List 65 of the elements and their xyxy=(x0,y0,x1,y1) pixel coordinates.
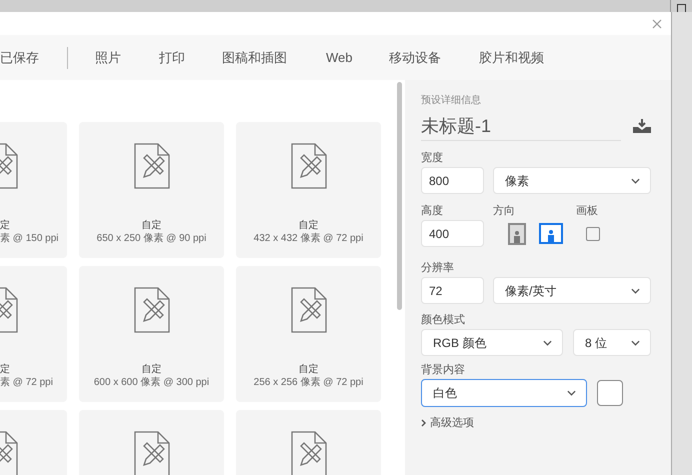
preset-card[interactable]: 自定 256 x 256 像素 @ 72 ppi xyxy=(236,266,381,402)
color-swatch[interactable] xyxy=(597,380,623,406)
preset-card[interactable]: 自定 600 x 600 像素 @ 300 ppi xyxy=(79,266,224,402)
preset-size: 600 x 600 像素 @ 300 ppi xyxy=(94,376,210,389)
scrollbar-thumb[interactable] xyxy=(397,82,402,310)
advanced-options-toggle[interactable]: 高级选项 xyxy=(421,415,474,432)
tab[interactable]: 照片 xyxy=(95,35,121,80)
chevron-down-icon xyxy=(631,340,640,346)
dropdown[interactable]: 像素 xyxy=(493,167,651,194)
preset-card[interactable]: 定 素 @ 150 ppi xyxy=(0,122,67,258)
section-heading: 预设详细信息 xyxy=(421,94,482,108)
chevron-down-icon xyxy=(631,178,640,184)
preset-size: 256 x 256 像素 @ 72 ppi xyxy=(254,376,364,389)
preset-name: 自定 xyxy=(298,363,318,376)
dropdown[interactable]: 白色 xyxy=(421,379,587,407)
field-label: 高度 xyxy=(421,204,444,218)
tab[interactable]: Web xyxy=(326,35,352,80)
document-icon xyxy=(0,143,18,189)
number-field[interactable]: 800 xyxy=(421,167,484,194)
preset-name: 自定 xyxy=(298,219,318,232)
document-icon xyxy=(0,431,18,475)
chevron-down-icon xyxy=(567,390,576,396)
preset-name: 定 xyxy=(0,363,10,376)
preset-card[interactable]: 自定 432 x 432 像素 @ 72 ppi xyxy=(236,122,381,258)
tab[interactable]: 胶片和视频 xyxy=(479,35,544,80)
preset-name: 自定 xyxy=(142,219,162,232)
document-icon xyxy=(134,143,170,189)
preset-name: 定 xyxy=(0,219,10,232)
portrait-orientation-icon[interactable] xyxy=(508,222,526,244)
tab[interactable]: 移动设备 xyxy=(389,35,441,80)
document-icon xyxy=(290,431,326,475)
preset-size: 素 @ 150 ppi xyxy=(0,232,59,245)
field-label: 方向 xyxy=(493,204,516,218)
close-icon[interactable] xyxy=(651,18,663,30)
number-field[interactable]: 72 xyxy=(421,277,484,304)
document-icon xyxy=(134,431,170,475)
chevron-down-icon xyxy=(543,340,552,346)
preset-card[interactable]: 自定 650 x 250 像素 @ 90 ppi xyxy=(79,122,224,258)
preset-card[interactable]: 定 素 @ 72 ppi xyxy=(0,266,67,402)
document-title: 未标题-1 xyxy=(421,114,621,141)
preset-size: 650 x 250 像素 @ 90 ppi xyxy=(96,232,206,245)
field-label: 画板 xyxy=(576,204,598,218)
chevron-down-icon xyxy=(631,288,640,294)
dropdown[interactable]: RGB 颜色 xyxy=(421,329,563,356)
preset-name: 自定 xyxy=(142,363,162,376)
field-label: 宽度 xyxy=(421,151,444,165)
landscape-orientation-icon[interactable] xyxy=(539,222,563,244)
field-label: 分辨率 xyxy=(421,261,455,275)
field-label: 颜色模式 xyxy=(421,313,466,327)
tab[interactable]: 已保存 xyxy=(0,35,39,80)
document-icon xyxy=(0,287,18,333)
dropdown[interactable]: 8 位 xyxy=(573,329,651,356)
tab[interactable]: 打印 xyxy=(159,35,185,80)
save-preset-icon[interactable] xyxy=(633,119,651,133)
preset-size: 素 @ 72 ppi xyxy=(0,376,53,389)
field-label: 背景内容 xyxy=(421,363,466,377)
artboard-checkbox[interactable] xyxy=(586,226,600,240)
document-icon xyxy=(290,143,326,189)
document-icon xyxy=(290,287,326,333)
number-field[interactable]: 400 xyxy=(421,220,484,247)
dropdown[interactable]: 像素/英寸 xyxy=(493,277,651,304)
preset-size: 432 x 432 像素 @ 72 ppi xyxy=(254,232,364,245)
tab[interactable]: 图稿和插图 xyxy=(222,35,287,80)
chevron-right-icon xyxy=(421,419,426,428)
document-icon xyxy=(134,287,170,333)
